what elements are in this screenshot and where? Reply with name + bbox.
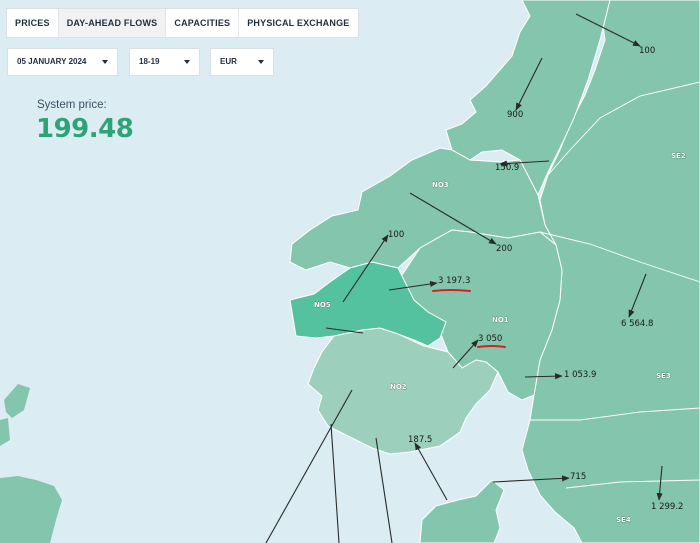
flow-label-6564-8: 6 564.8 (621, 319, 653, 329)
flow-label-3197-3: 3 197.3 (438, 276, 470, 286)
area-code-no2[interactable]: NO2 (390, 383, 407, 392)
chevron-down-icon (258, 60, 264, 64)
chevron-down-icon (102, 60, 108, 64)
area-code-no5[interactable]: NO5 (314, 301, 331, 310)
area-code-se4[interactable]: SE4 (616, 516, 631, 525)
area-code-no1[interactable]: NO1 (492, 316, 509, 325)
red-underline-3050 (477, 345, 506, 348)
flow-label-187-5: 187.5 (408, 435, 432, 445)
flow-label-715: 715 (570, 472, 586, 482)
flow-label-150-9: 150.9 (495, 163, 519, 173)
flow-label-3050: 3 050 (478, 334, 502, 344)
area-code-no3[interactable]: NO3 (432, 181, 449, 190)
view-tabs: PRICES DAY-AHEAD FLOWS CAPACITIES PHYSIC… (6, 8, 359, 38)
bidding-zone-map[interactable]: 100 900 150.9 200 100 3 197.3 3 050 6 56… (0, 0, 700, 543)
hour-select[interactable]: 18-19 (129, 48, 200, 76)
area-code-se3[interactable]: SE3 (656, 372, 671, 381)
hour-select-value: 18-19 (139, 57, 160, 66)
flow-label-100-north: 100 (639, 46, 655, 56)
chevron-down-icon (184, 60, 190, 64)
flow-label-200: 200 (496, 244, 512, 254)
date-select[interactable]: 05 JANUARY 2024 (7, 48, 118, 76)
tab-prices[interactable]: PRICES (7, 9, 59, 37)
system-price-value: 199.48 (36, 114, 134, 144)
tab-physical-exchange[interactable]: PHYSICAL EXCHANGE (239, 9, 357, 37)
date-select-value: 05 JANUARY 2024 (17, 57, 87, 66)
tab-capacities[interactable]: CAPACITIES (166, 9, 240, 37)
area-code-se2[interactable]: SE2 (671, 152, 686, 161)
flow-label-100-no5: 100 (388, 230, 404, 240)
currency-select[interactable]: EUR (210, 48, 274, 76)
flow-label-1053-9: 1 053.9 (564, 370, 596, 380)
system-price-label: System price: (37, 99, 107, 111)
flow-label-900: 900 (507, 110, 523, 120)
flow-label-1299-2: 1 299.2 (651, 502, 683, 512)
currency-select-value: EUR (220, 57, 237, 66)
red-underline-3197 (432, 289, 471, 292)
tab-day-ahead-flows[interactable]: DAY-AHEAD FLOWS (58, 9, 167, 37)
